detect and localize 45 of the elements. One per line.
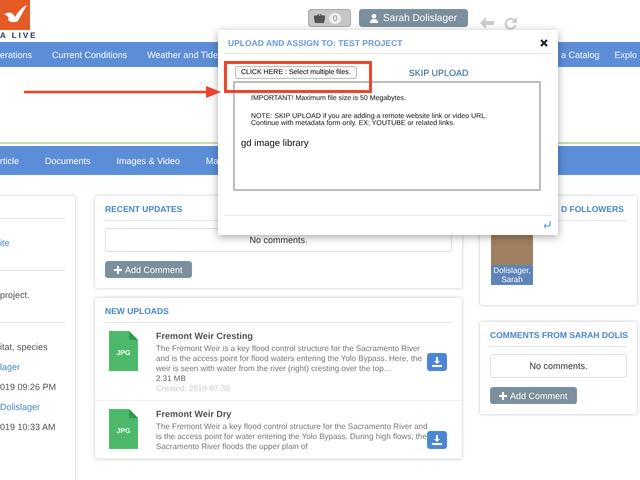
info-text: itat, species: [0, 342, 49, 352]
download-icon: [432, 435, 442, 445]
add-comment-button[interactable]: Add Comment: [105, 261, 192, 278]
nav-link[interactable]: a Catalog: [560, 50, 600, 60]
download-icon: [432, 357, 442, 367]
library-label: gd image library: [241, 138, 310, 149]
panel-title: NEW UPLOADS: [105, 298, 452, 323]
dialog-title: UPLOAD AND ASSIGN TO: TEST PROJECT: [228, 38, 402, 48]
info-text: 019 09:26 PM: [0, 382, 58, 392]
skip-upload-link[interactable]: SKIP UPLOAD: [408, 68, 469, 78]
tab-link[interactable]: Documents: [45, 156, 91, 166]
basket-icon: [314, 14, 325, 22]
nav-link[interactable]: erations: [0, 50, 32, 60]
close-icon[interactable]: [540, 39, 548, 47]
add-comment-button[interactable]: Add Comment: [490, 387, 577, 404]
file-size: 2.31 MB: [156, 374, 187, 384]
no-comments-message: No comments.: [490, 354, 627, 378]
info-text: 019 10:33 AM: [0, 422, 57, 432]
file-title[interactable]: Fremont Weir Cresting: [156, 331, 428, 341]
nav-link[interactable]: Explo: [614, 50, 637, 60]
nav-link[interactable]: Weather and Tide: [147, 50, 218, 60]
follower-name: Dolislager, Sarah: [491, 265, 533, 285]
info-text: project.: [0, 290, 31, 300]
profile-link[interactable]: lager: [0, 362, 65, 372]
file-description: The Fremont Weir a key flood control structure for the Sacramento River and is the access point for water entering the Yolo Bypass. During high flows, the Sacramento River floods the upper plain of: [156, 422, 428, 452]
user-icon: [370, 14, 378, 22]
cart-button[interactable]: 0: [308, 9, 351, 27]
profile-link[interactable]: ite: [0, 238, 65, 248]
download-button[interactable]: [427, 353, 447, 371]
nav-link[interactable]: Current Conditions: [52, 50, 128, 60]
tab-link[interactable]: Ma: [206, 156, 218, 166]
panel-title: COMMENTS FROM SARAH DOLIS: [490, 322, 627, 347]
tab-link[interactable]: rticle: [0, 156, 20, 166]
download-button[interactable]: [427, 431, 447, 449]
plus-icon: [499, 392, 507, 400]
tab-link[interactable]: Images & Video: [116, 156, 180, 166]
refresh-icon[interactable]: [504, 17, 517, 30]
plus-icon: [114, 266, 122, 274]
profile-link[interactable]: Dolislager: [0, 402, 65, 412]
logo-text: A LIVE: [0, 31, 38, 40]
user-button[interactable]: Sarah Dolislager: [359, 9, 468, 27]
resize-icon[interactable]: [544, 221, 552, 228]
file-description: The Fremont Weir is a key flood control structure for the Sacramento River and is the access point for flood waters entering the Yolo Bypass. Here, the weir is seen with water from the river (right) cresting over the top...: [156, 344, 423, 374]
cart-count: 0: [329, 12, 342, 24]
file-title[interactable]: Fremont Weir Dry: [156, 409, 428, 419]
